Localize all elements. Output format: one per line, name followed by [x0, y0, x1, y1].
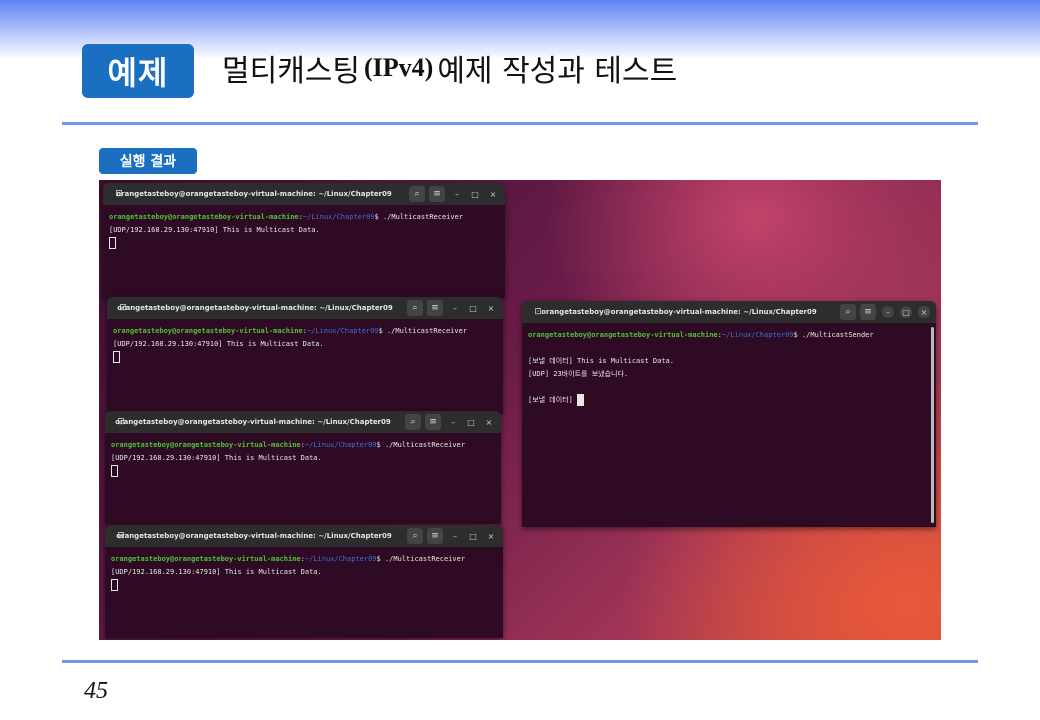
window-title: orangetasteboy@orangetasteboy-virtual-ma…	[541, 308, 817, 316]
scrollbar[interactable]	[931, 327, 934, 523]
maximize-icon[interactable]: □	[467, 530, 479, 542]
slide-title: 멀티캐스팅 (IPv4) 예제 작성과 테스트	[222, 48, 678, 89]
hamburger-menu-icon[interactable]: ≡	[860, 304, 876, 320]
cursor	[111, 579, 118, 591]
close-icon[interactable]: ×	[918, 306, 930, 318]
command-text: ./MulticastReceiver	[384, 555, 466, 563]
terminal-output[interactable]: orangetasteboy@orangetasteboy-virtual-ma…	[522, 323, 936, 413]
hamburger-menu-icon[interactable]: ≡	[427, 528, 443, 544]
search-icon[interactable]: ⌕	[840, 304, 856, 320]
command-text: ./MulticastReceiver	[384, 441, 466, 449]
hamburger-menu-icon[interactable]: ≡	[425, 414, 441, 430]
cursor	[113, 351, 120, 363]
window-title: orangetasteboy@orangetasteboy-virtual-ma…	[115, 418, 391, 426]
titlebar[interactable]: ⊡ orangetasteboy@orangetasteboy-virtual-…	[105, 525, 503, 547]
prompt-path: ~/Linux/Chapter09	[304, 441, 377, 449]
output-line: [UDP/192.168.29.130:47910] This is Multi…	[113, 340, 324, 348]
maximize-icon[interactable]: □	[900, 306, 912, 318]
minimize-icon[interactable]: –	[451, 188, 463, 200]
prompt-path: ~/Linux/Chapter09	[306, 327, 379, 335]
prompt-user: orangetasteboy@orangetasteboy-virtual-ma…	[111, 441, 301, 449]
minimize-icon[interactable]: –	[449, 302, 461, 314]
minimize-icon[interactable]: –	[449, 530, 461, 542]
minimize-icon[interactable]: –	[882, 306, 894, 318]
search-icon[interactable]: ⌕	[405, 414, 421, 430]
prompt-user: orangetasteboy@orangetasteboy-virtual-ma…	[111, 555, 301, 563]
terminal-output[interactable]: orangetasteboy@orangetasteboy-virtual-ma…	[105, 547, 503, 598]
terminal-output[interactable]: orangetasteboy@orangetasteboy-virtual-ma…	[107, 319, 503, 370]
terminal-output[interactable]: orangetasteboy@orangetasteboy-virtual-ma…	[103, 205, 505, 256]
top-divider	[62, 122, 978, 125]
titlebar[interactable]: ⊡ orangetasteboy@orangetasteboy-virtual-…	[103, 183, 505, 205]
prompt-user: orangetasteboy@orangetasteboy-virtual-ma…	[109, 213, 299, 221]
titlebar[interactable]: ⊡ orangetasteboy@orangetasteboy-virtual-…	[107, 297, 503, 319]
command-text: ./MulticastSender	[801, 331, 874, 339]
maximize-icon[interactable]: □	[465, 416, 477, 428]
close-icon[interactable]: ×	[487, 188, 499, 200]
close-icon[interactable]: ×	[485, 530, 497, 542]
titlebar[interactable]: ⊡ orangetasteboy@orangetasteboy-virtual-…	[105, 411, 501, 433]
bottom-divider	[62, 660, 978, 663]
page-number: 45	[84, 678, 108, 704]
example-badge: 예제	[82, 44, 194, 98]
cursor	[577, 394, 585, 406]
hamburger-menu-icon[interactable]: ≡	[429, 186, 445, 202]
cursor	[111, 465, 118, 477]
prompt-symbol: $	[376, 441, 385, 449]
prompt-symbol: $	[376, 555, 385, 563]
title-prefix: 멀티캐스팅	[222, 54, 360, 89]
prompt-symbol: $	[378, 327, 387, 335]
prompt-path: ~/Linux/Chapter09	[304, 555, 377, 563]
terminal-receiver-4[interactable]: ⊡ orangetasteboy@orangetasteboy-virtual-…	[105, 525, 503, 638]
cursor	[109, 237, 116, 249]
search-icon[interactable]: ⌕	[407, 300, 423, 316]
maximize-icon[interactable]: □	[467, 302, 479, 314]
terminal-receiver-3[interactable]: ⊡ orangetasteboy@orangetasteboy-virtual-…	[105, 411, 501, 524]
input-prompt: [보낼 데이터]	[528, 396, 578, 404]
section-label: 실행 결과	[99, 148, 197, 174]
prompt-user: orangetasteboy@orangetasteboy-virtual-ma…	[113, 327, 303, 335]
window-title: orangetasteboy@orangetasteboy-virtual-ma…	[116, 190, 392, 198]
output-line: [UDP] 23바이트를 보냈습니다.	[528, 370, 629, 378]
hamburger-menu-icon[interactable]: ≡	[427, 300, 443, 316]
prompt-path: ~/Linux/Chapter09	[721, 331, 794, 339]
output-line: [UDP/192.168.29.130:47910] This is Multi…	[109, 226, 320, 234]
prompt-symbol: $	[793, 331, 802, 339]
title-suffix: 예제 작성과 테스트	[437, 54, 678, 89]
close-icon[interactable]: ×	[485, 302, 497, 314]
prompt-path: ~/Linux/Chapter09	[302, 213, 375, 221]
window-title: orangetasteboy@orangetasteboy-virtual-ma…	[116, 532, 392, 540]
desktop-screenshot: ⊡ orangetasteboy@orangetasteboy-virtual-…	[99, 180, 941, 640]
output-line: [UDP/192.168.29.130:47910] This is Multi…	[111, 454, 322, 462]
output-line: [보낼 데이터] This is Multicast Data.	[528, 357, 674, 365]
terminal-receiver-2[interactable]: ⊡ orangetasteboy@orangetasteboy-virtual-…	[107, 297, 503, 414]
terminal-sender[interactable]: ⊡ orangetasteboy@orangetasteboy-virtual-…	[522, 301, 936, 527]
command-text: ./MulticastReceiver	[386, 327, 468, 335]
search-icon[interactable]: ⌕	[407, 528, 423, 544]
command-text: ./MulticastReceiver	[382, 213, 464, 221]
close-icon[interactable]: ×	[483, 416, 495, 428]
title-ipv4: (IPv4)	[364, 53, 434, 82]
prompt-user: orangetasteboy@orangetasteboy-virtual-ma…	[528, 331, 718, 339]
output-line: [UDP/192.168.29.130:47910] This is Multi…	[111, 568, 322, 576]
minimize-icon[interactable]: –	[447, 416, 459, 428]
terminal-receiver-1[interactable]: ⊡ orangetasteboy@orangetasteboy-virtual-…	[103, 183, 505, 298]
prompt-symbol: $	[374, 213, 383, 221]
titlebar[interactable]: ⊡ orangetasteboy@orangetasteboy-virtual-…	[522, 301, 936, 323]
terminal-output[interactable]: orangetasteboy@orangetasteboy-virtual-ma…	[105, 433, 501, 484]
search-icon[interactable]: ⌕	[409, 186, 425, 202]
maximize-icon[interactable]: □	[469, 188, 481, 200]
window-title: orangetasteboy@orangetasteboy-virtual-ma…	[117, 304, 393, 312]
